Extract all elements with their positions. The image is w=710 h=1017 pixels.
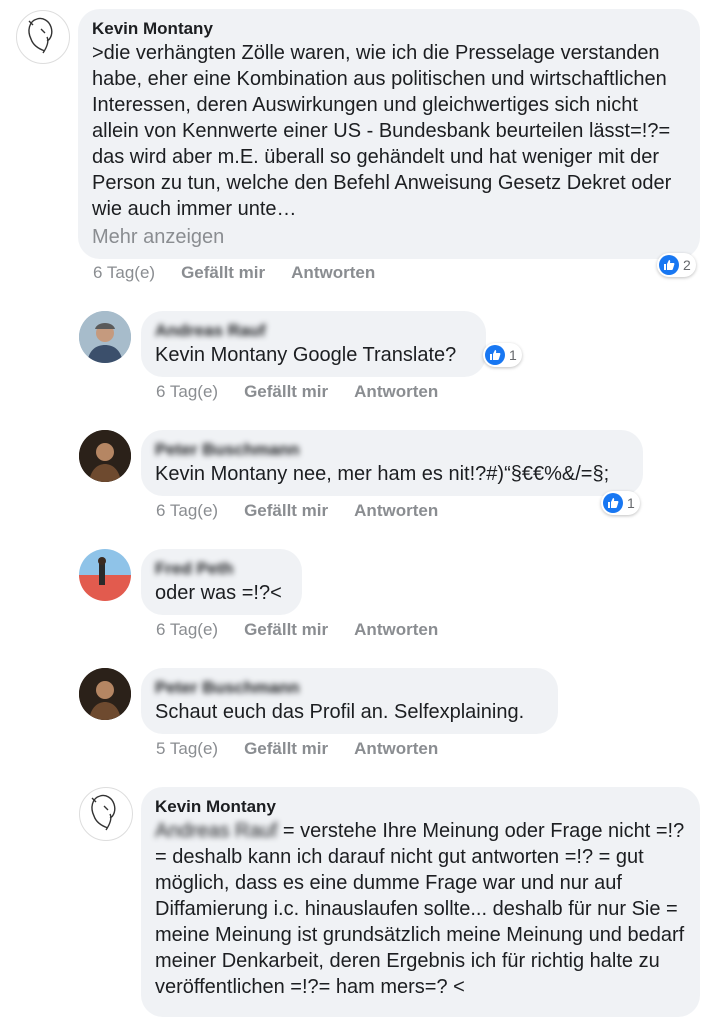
comment-actions: 5 Tag(e) Gefällt mir Antworten: [156, 738, 438, 760]
comment-text: oder was =!?<: [155, 582, 282, 604]
comment-actions: 6 Tag(e) Gefällt mir Antworten: [156, 381, 438, 403]
reaction-number: 2: [683, 257, 691, 273]
reply-button[interactable]: Antworten: [291, 262, 375, 284]
like-button[interactable]: Gefällt mir: [244, 381, 328, 403]
comment-bubble: Andreas Rauf Kevin Montany Google Transl…: [141, 311, 486, 377]
comment-actions: 6 Tag(e) Gefällt mir Antworten: [156, 500, 438, 522]
thumbs-up-icon: [485, 345, 505, 365]
comment-text: Andreas Rauf = verstehe Ihre Meinung ode…: [155, 818, 686, 1000]
comment-author[interactable]: Kevin Montany: [92, 18, 686, 40]
reaction-number: 1: [509, 347, 517, 363]
reaction-count[interactable]: 2: [657, 253, 696, 277]
like-button[interactable]: Gefällt mir: [181, 262, 265, 284]
mention-link[interactable]: Andreas Rauf: [155, 820, 277, 842]
comment-actions: 6 Tag(e) Gefällt mir Antworten: [93, 262, 375, 284]
timestamp[interactable]: 6 Tag(e): [93, 262, 155, 284]
avatar[interactable]: [79, 430, 131, 482]
comment-bubble: Peter Buschmann Schaut euch das Profil a…: [141, 668, 558, 734]
comment-bubble: Kevin Montany >die verhängten Zölle ware…: [78, 9, 700, 259]
avatar[interactable]: [16, 10, 70, 64]
profile-photo-icon: [79, 311, 131, 363]
reply-button[interactable]: Antworten: [354, 738, 438, 760]
avatar[interactable]: [79, 549, 131, 601]
comment-text: >die verhängten Zölle waren, wie ich die…: [92, 42, 672, 220]
like-button[interactable]: Gefällt mir: [244, 500, 328, 522]
see-more-link[interactable]: Mehr anzeigen: [92, 224, 686, 250]
timestamp[interactable]: 6 Tag(e): [156, 381, 218, 403]
comment-bubble: Fred Peth oder was =!?<: [141, 549, 302, 615]
reaction-number: 1: [627, 495, 635, 511]
comment-bubble: Peter Buschmann Kevin Montany nee, mer h…: [141, 430, 643, 496]
like-button[interactable]: Gefällt mir: [244, 738, 328, 760]
avatar[interactable]: [79, 787, 133, 841]
comment-text: Kevin Montany Google Translate?: [155, 344, 457, 366]
comment-actions: 6 Tag(e) Gefällt mir Antworten: [156, 619, 438, 641]
comment-author[interactable]: Andreas Rauf: [155, 320, 472, 342]
sketch-face-icon: [28, 17, 53, 54]
like-button[interactable]: Gefällt mir: [244, 619, 328, 641]
timestamp[interactable]: 6 Tag(e): [156, 500, 218, 522]
profile-photo-icon: [79, 549, 131, 601]
comment-author[interactable]: Kevin Montany: [155, 796, 686, 818]
timestamp[interactable]: 5 Tag(e): [156, 738, 218, 760]
reply-button[interactable]: Antworten: [354, 619, 438, 641]
sketch-face-icon: [91, 794, 116, 831]
comment-author[interactable]: Peter Buschmann: [155, 439, 629, 461]
thumbs-up-icon: [603, 493, 623, 513]
reaction-count[interactable]: 1: [601, 491, 640, 515]
comment-author[interactable]: Fred Peth: [155, 558, 288, 580]
avatar[interactable]: [79, 668, 131, 720]
profile-photo-icon: [79, 430, 131, 482]
comment-author[interactable]: Peter Buschmann: [155, 677, 544, 699]
reaction-count[interactable]: 1: [483, 343, 522, 367]
comment-text: Schaut euch das Profil an. Selfexplainin…: [155, 701, 525, 723]
reply-button[interactable]: Antworten: [354, 381, 438, 403]
comment-body: = verstehe Ihre Meinung oder Frage nicht…: [155, 820, 685, 998]
avatar[interactable]: [79, 311, 131, 363]
reply-button[interactable]: Antworten: [354, 500, 438, 522]
comment-bubble: Kevin Montany Andreas Rauf = verstehe Ih…: [141, 787, 700, 1017]
thumbs-up-icon: [659, 255, 679, 275]
profile-photo-icon: [79, 668, 131, 720]
timestamp[interactable]: 6 Tag(e): [156, 619, 218, 641]
comment-text: Kevin Montany nee, mer ham es nit!?#)“§€…: [155, 463, 610, 485]
